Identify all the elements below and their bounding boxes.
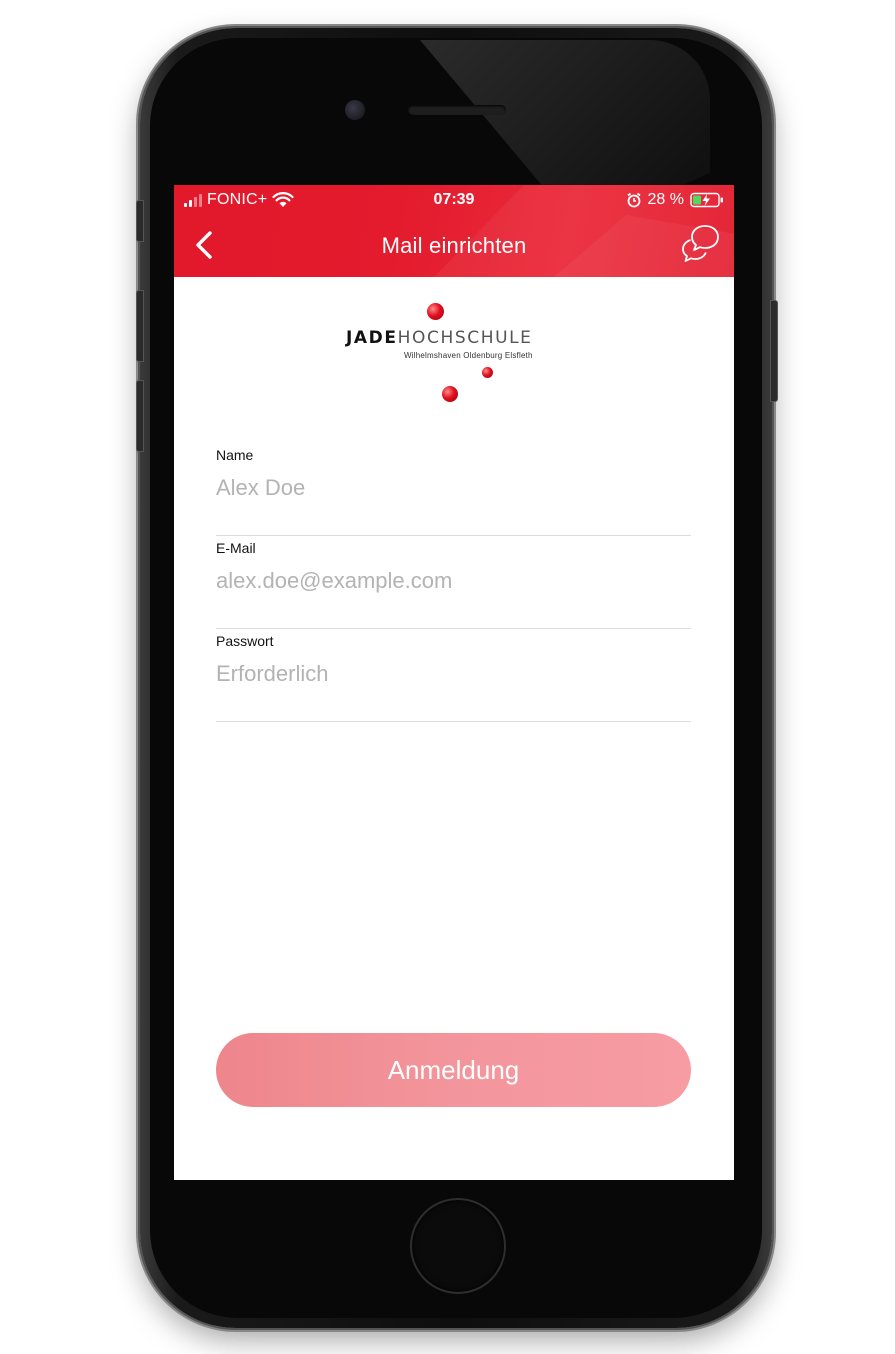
logo-hochschule-text: HOCHSCHULE xyxy=(397,328,533,348)
logo-subtitle: Wilhelmshaven Oldenburg Elsfleth xyxy=(404,351,533,360)
email-input[interactable] xyxy=(216,564,691,598)
status-right: 28 % xyxy=(626,191,724,209)
name-input[interactable] xyxy=(216,471,691,505)
navigation-bar: Mail einrichten xyxy=(174,217,734,277)
volume-down-button xyxy=(136,380,144,452)
earpiece-speaker xyxy=(408,105,506,115)
logo-ball-bottom xyxy=(442,386,458,402)
email-label: E-Mail xyxy=(216,540,256,556)
chat-button[interactable] xyxy=(680,223,722,265)
logo-wordmark: JADEHOCHSCHULE xyxy=(346,328,533,348)
app-header: FONIC+ 07:39 28 % Mail einrichten xyxy=(174,185,734,277)
alarm-icon xyxy=(626,192,641,208)
status-bar: FONIC+ 07:39 28 % xyxy=(174,185,734,217)
name-label: Name xyxy=(216,447,254,463)
front-camera xyxy=(345,100,365,120)
battery-percent: 28 % xyxy=(647,191,684,208)
power-button xyxy=(770,300,778,402)
home-button[interactable] xyxy=(410,1198,506,1294)
email-field: E-Mail xyxy=(216,536,691,629)
mail-setup-form: Name E-Mail Passwort xyxy=(216,443,691,722)
page-title: Mail einrichten xyxy=(381,233,527,258)
login-button[interactable]: Anmeldung xyxy=(216,1033,691,1107)
logo-ball-small xyxy=(482,367,493,378)
logo-ball-top xyxy=(427,303,444,320)
chat-bubbles-icon xyxy=(682,225,719,262)
password-label: Passwort xyxy=(216,633,274,649)
mute-switch xyxy=(136,200,144,242)
jade-hochschule-logo: JADEHOCHSCHULE Wilhelmshaven Oldenburg E… xyxy=(344,303,574,413)
volume-up-button xyxy=(136,290,144,362)
password-input[interactable] xyxy=(216,657,691,691)
logo-jade-text: JADE xyxy=(346,328,398,348)
app-screen: FONIC+ 07:39 28 % Mail einrichten JADEHO… xyxy=(174,185,734,1180)
name-field: Name xyxy=(216,443,691,536)
battery-charging-icon xyxy=(690,192,723,208)
password-field: Passwort xyxy=(216,629,691,722)
